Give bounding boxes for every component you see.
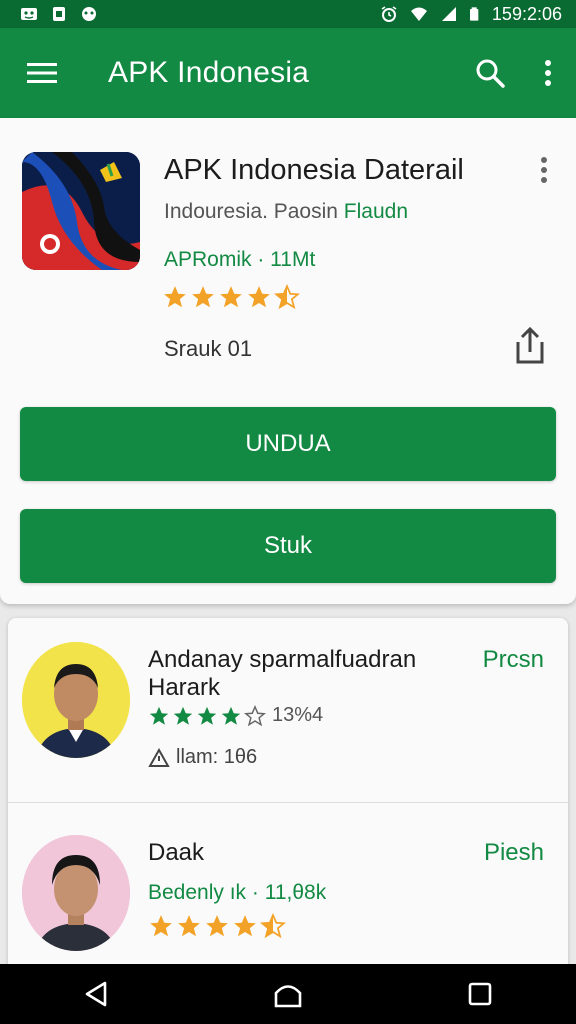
star-filled-icon <box>173 706 193 725</box>
list-item-action[interactable]: Prcsn <box>483 646 544 674</box>
star-filled-icon <box>149 706 169 725</box>
rating-count: 13%4 <box>272 704 324 726</box>
secondary-action-button[interactable]: Stuk <box>20 509 556 583</box>
back-triangle-icon <box>85 981 107 1007</box>
app-detail-card: APK Indonesia Daterail Indouresia. Paosi… <box>0 118 576 604</box>
app-developer-name: Indouresia. Paosin <box>164 200 338 223</box>
app-notification-icon <box>82 7 96 21</box>
download-button[interactable]: UNDUA <box>20 407 556 481</box>
star-filled-icon <box>164 286 186 308</box>
app-bar: APK Indonesia <box>0 28 576 118</box>
list-item-meta: llam: 1θ6 <box>148 746 257 769</box>
app-meta: APRomik · 11Mt <box>164 248 316 271</box>
recents-square-icon <box>468 982 492 1006</box>
star-filled-icon <box>206 915 228 937</box>
share-icon <box>516 326 544 364</box>
status-time: 159:2:06 <box>491 3 562 24</box>
list-item-title: Andanay sparmalfuadran Harark <box>148 646 417 701</box>
star-outline-icon <box>274 284 300 310</box>
related-apps-list: Andanay sparmalfuadran Harark Prcsn 13%4… <box>8 618 568 978</box>
star-filled-icon <box>178 915 200 937</box>
status-notifications <box>20 6 98 22</box>
recents-button[interactable] <box>460 974 500 1014</box>
list-item-title: Daak <box>148 839 205 866</box>
star-filled-icon <box>150 915 172 937</box>
app-icon[interactable] <box>22 152 140 270</box>
app-title: APK Indonesia <box>108 56 310 89</box>
status-system: 159:2:06 <box>380 4 562 25</box>
menu-button[interactable] <box>24 55 60 91</box>
share-button[interactable] <box>512 326 548 366</box>
app-rating-stars <box>162 284 300 310</box>
star-filled-icon <box>221 706 241 725</box>
star-filled-icon <box>220 286 242 308</box>
person-avatar-icon <box>22 642 130 758</box>
app-logo-icon <box>22 152 140 270</box>
back-button[interactable] <box>76 974 116 1014</box>
search-icon <box>476 59 505 88</box>
app-download-count: Srauk 01 <box>164 336 253 361</box>
list-item-meta-text: llam: 1θ6 <box>176 746 258 768</box>
more-vertical-icon <box>541 157 547 183</box>
home-button[interactable] <box>268 974 308 1014</box>
overflow-menu-button[interactable] <box>542 55 554 91</box>
app-developer-link[interactable]: Flaudn <box>344 200 408 223</box>
star-filled-icon <box>234 915 256 937</box>
rating-stars <box>148 704 266 727</box>
person-avatar-icon <box>22 835 130 951</box>
star-outline-icon <box>244 704 266 726</box>
star-filled-icon <box>192 286 214 308</box>
list-item-subtitle: Bedenly ık · 11,θ8k <box>148 881 327 904</box>
detail-more-button[interactable] <box>530 154 558 186</box>
more-vertical-icon <box>545 60 551 86</box>
avatar <box>22 835 130 951</box>
star-filled-icon <box>197 706 217 725</box>
search-button[interactable] <box>472 55 508 91</box>
file-notification-icon <box>53 7 65 21</box>
avatar <box>22 642 130 758</box>
app-detail-title: APK Indonesia Daterail <box>164 154 464 186</box>
star-filled-icon <box>248 286 270 308</box>
warning-icon <box>148 747 170 767</box>
home-icon <box>274 985 302 1008</box>
star-half-icon <box>260 913 286 939</box>
image-notification-icon <box>21 8 37 20</box>
status-bar: 159:2:06 <box>0 0 576 28</box>
list-item[interactable]: Daak Piesh Bedenly ık · 11,θ8k <box>8 803 568 978</box>
wifi-icon <box>410 7 427 21</box>
list-item-rating: 13%4 <box>148 704 323 727</box>
hamburger-menu-icon <box>27 63 57 83</box>
app-developer: Indouresia. Paosin Flaudn <box>164 200 408 224</box>
rating-stars <box>148 913 286 939</box>
battery-icon <box>469 7 479 21</box>
list-item-action[interactable]: Piesh <box>484 839 544 867</box>
navigation-bar <box>0 964 576 1024</box>
signal-icon <box>441 7 456 21</box>
alarm-icon <box>381 6 397 22</box>
list-item[interactable]: Andanay sparmalfuadran Harark Prcsn 13%4… <box>8 618 568 803</box>
